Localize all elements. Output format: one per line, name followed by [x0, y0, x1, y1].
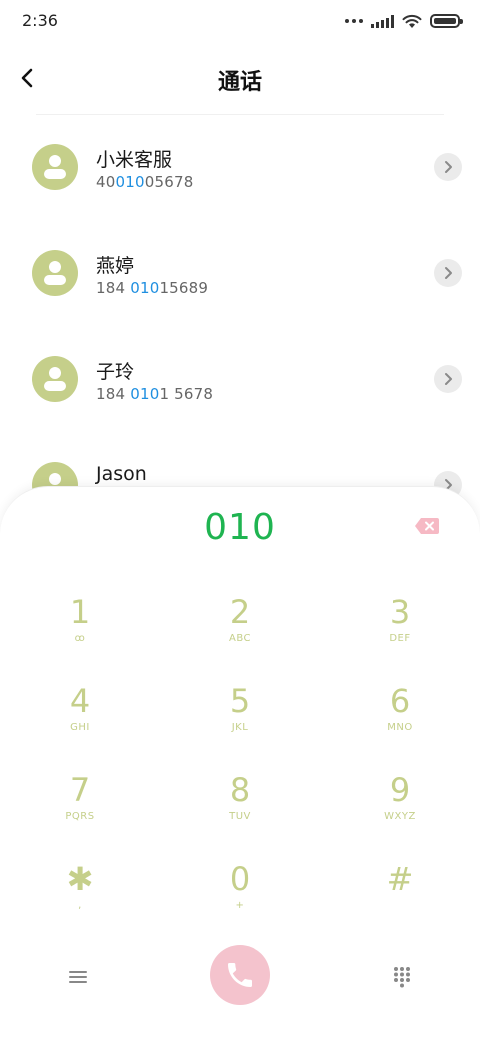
menu-icon — [69, 971, 87, 983]
key-3[interactable]: 3 DEF — [340, 593, 460, 663]
key-9[interactable]: 9 WXYZ — [340, 771, 460, 841]
key-0[interactable]: 0 + — [180, 860, 300, 930]
phone-icon — [228, 963, 252, 987]
signal-icon — [371, 14, 394, 28]
contact-number: 184 01015689 — [96, 279, 209, 297]
contact-name: Jason — [96, 463, 147, 485]
keypad-icon — [394, 967, 410, 988]
keypad-toggle-button[interactable] — [386, 961, 418, 993]
key-hash[interactable]: # — [340, 860, 460, 930]
dialpad-bottom-bar — [0, 945, 480, 1009]
voicemail-icon: ꝏ — [74, 633, 86, 644]
contact-detail-button[interactable] — [434, 365, 462, 393]
chevron-right-icon — [445, 373, 452, 385]
key-6[interactable]: 6 MNO — [340, 682, 460, 752]
avatar — [32, 250, 78, 296]
page-title: 通话 — [217, 70, 262, 95]
key-5[interactable]: 5 JKL — [180, 682, 300, 752]
key-8[interactable]: 8 TUV — [180, 771, 300, 841]
status-icons — [345, 12, 463, 30]
contact-name: 小米客服 — [96, 149, 173, 171]
key-7[interactable]: 7 PQRS — [20, 771, 140, 841]
contact-detail-button[interactable] — [434, 153, 462, 181]
backspace-button[interactable] — [414, 517, 440, 535]
key-2[interactable]: 2 ABC — [180, 593, 300, 663]
avatar — [32, 144, 78, 190]
key-4[interactable]: 4 GHI — [20, 682, 140, 752]
avatar — [32, 356, 78, 402]
chevron-right-icon — [445, 161, 452, 173]
dialpad-sheet: 010 1 ꝏ 2 ABC 3 DEF 4 GHI 5 JKL 6 MNO 7 … — [0, 486, 480, 1040]
contact-row[interactable]: 燕婷 184 01015689 — [0, 221, 480, 327]
status-bar: 2:36 — [0, 0, 480, 44]
contact-row[interactable]: 小米客服 4001005678 — [0, 115, 480, 221]
contact-name: 燕婷 — [96, 255, 135, 277]
contact-detail-button[interactable] — [434, 259, 462, 287]
contact-number: 4001005678 — [96, 173, 194, 191]
wifi-icon — [402, 14, 422, 28]
contact-number: 184 0101 5678 — [96, 385, 214, 403]
contact-row[interactable]: 子玲 184 0101 5678 — [0, 327, 480, 433]
call-button[interactable] — [210, 945, 270, 1005]
menu-button[interactable] — [62, 961, 94, 993]
contact-name: 子玲 — [96, 361, 135, 383]
dialed-number: 010 — [204, 507, 276, 548]
dots-icon — [345, 19, 363, 23]
status-time: 2:36 — [22, 11, 58, 30]
header: 通话 — [0, 54, 480, 104]
battery-icon — [430, 14, 463, 28]
key-1[interactable]: 1 ꝏ — [20, 593, 140, 663]
backspace-icon — [415, 518, 439, 534]
key-star[interactable]: ✱ , — [20, 860, 140, 930]
chevron-right-icon — [445, 267, 452, 279]
